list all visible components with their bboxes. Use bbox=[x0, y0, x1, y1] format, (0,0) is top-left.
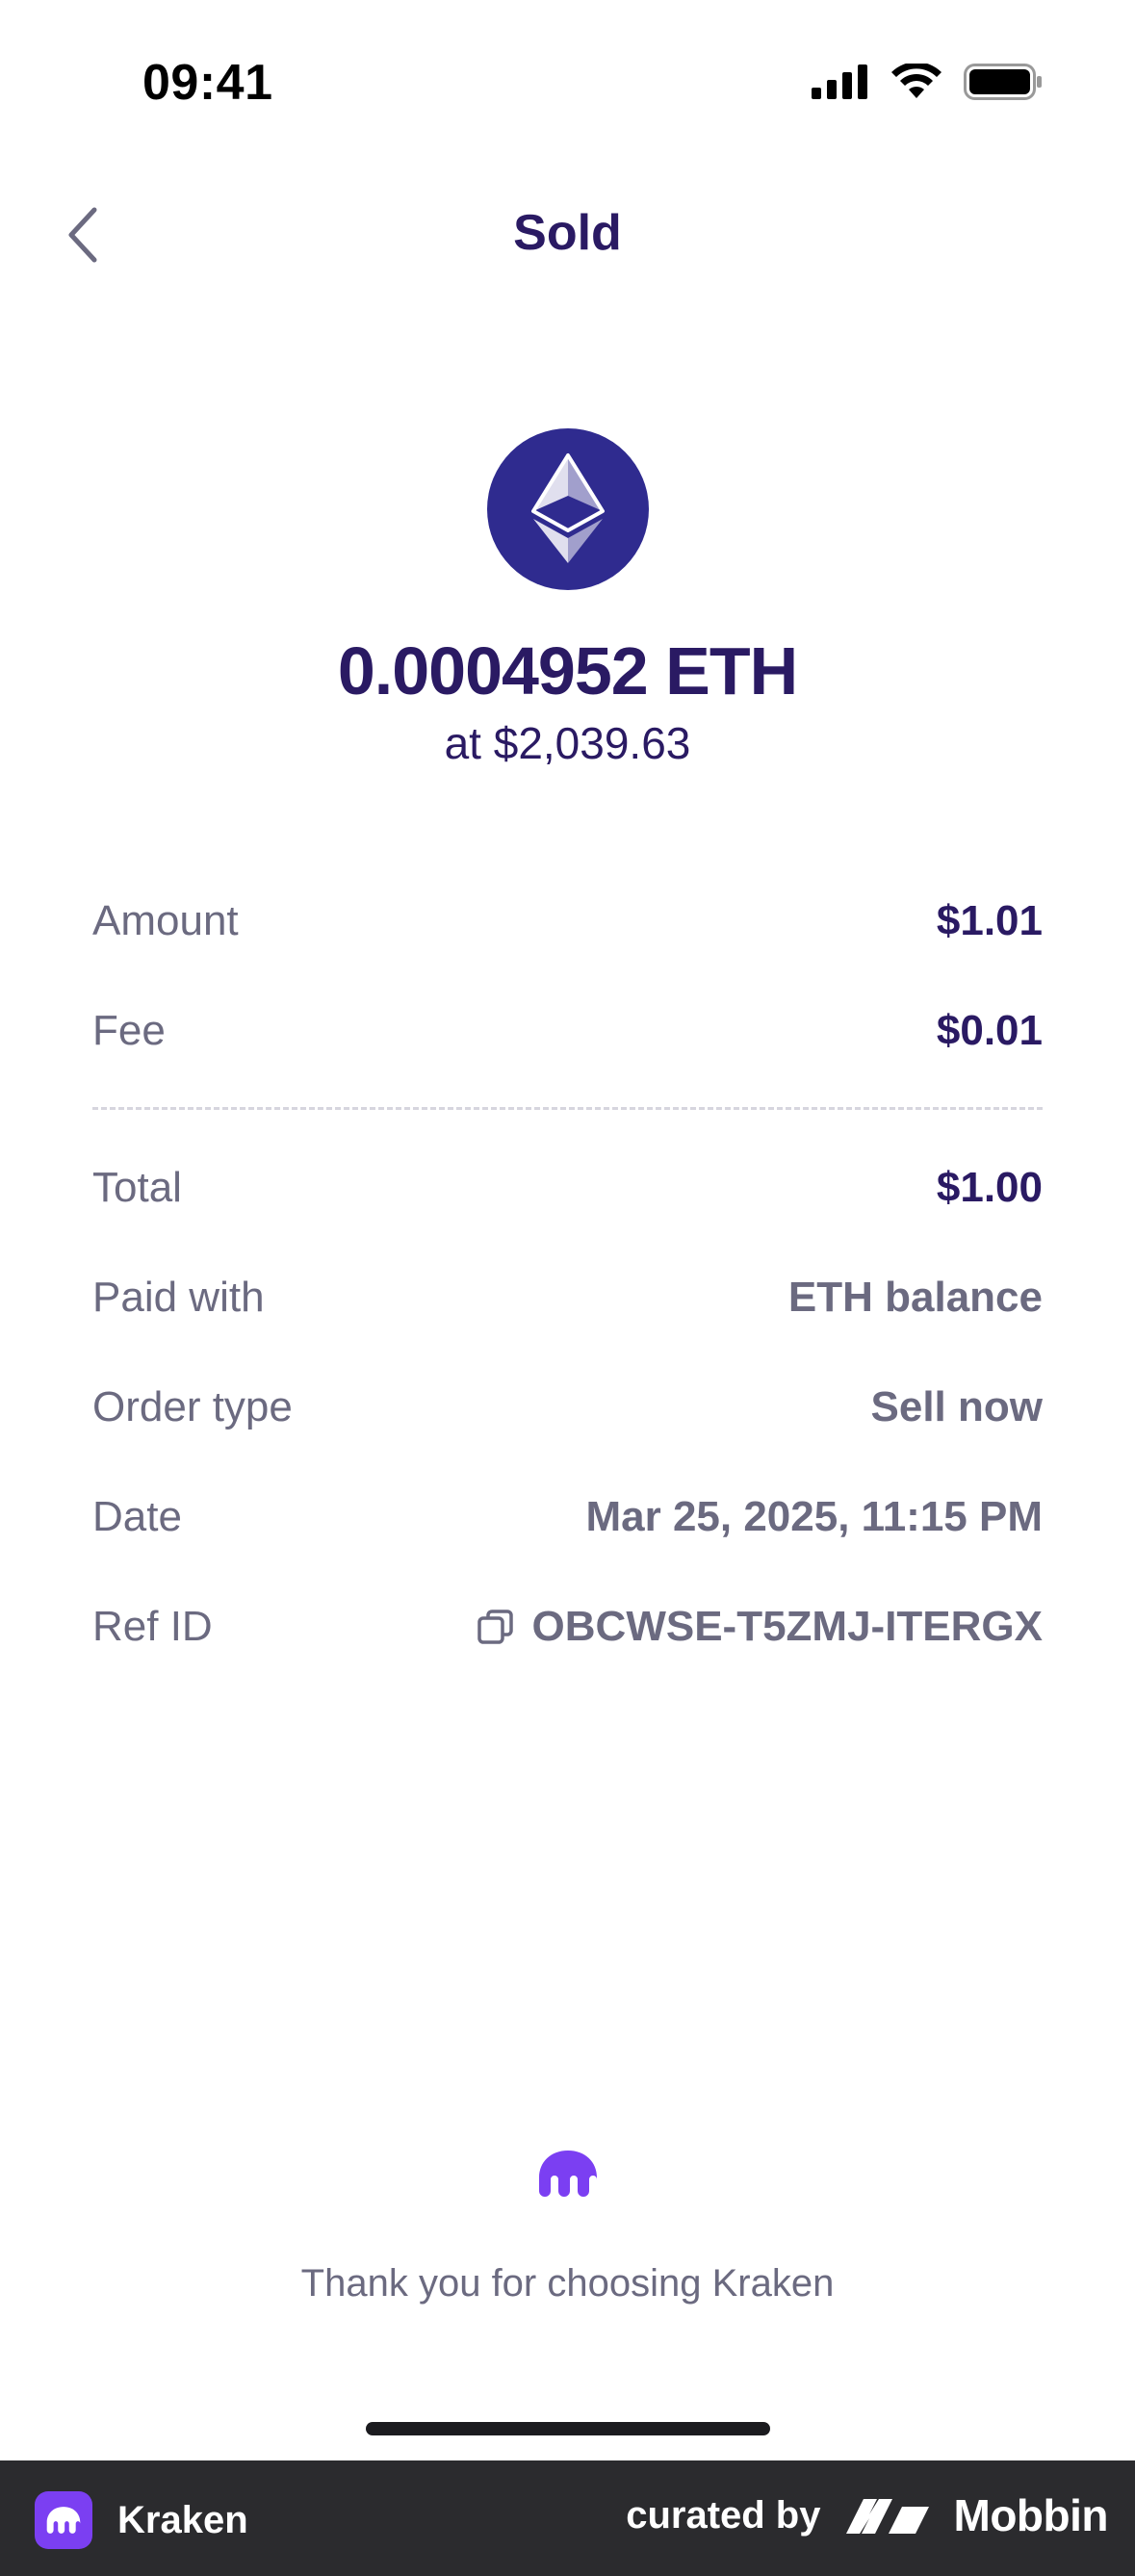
kraken-app-icon bbox=[35, 2491, 92, 2549]
detail-label: Order type bbox=[92, 1383, 293, 1430]
app-brand: Kraken bbox=[35, 2491, 248, 2549]
detail-value: Mar 25, 2025, 11:15 PM bbox=[585, 1493, 1043, 1540]
brand-bar: Kraken curated by Mobbin bbox=[0, 2460, 1135, 2576]
detail-value: Sell now bbox=[870, 1383, 1043, 1430]
dashed-divider bbox=[92, 1107, 1043, 1110]
mobbin-wordmark: Mobbin bbox=[953, 2490, 1109, 2540]
detail-value: $1.00 bbox=[936, 1164, 1043, 1211]
crypto-amount: 0.0004952 ETH bbox=[337, 633, 798, 708]
detail-label: Total bbox=[92, 1164, 182, 1211]
copy-button[interactable] bbox=[477, 1608, 515, 1646]
transaction-details: Amount $1.01 Fee $0.01 Total $1.00 Paid … bbox=[92, 866, 1043, 1682]
detail-value: ETH balance bbox=[787, 1274, 1043, 1321]
detail-row-total: Total $1.00 bbox=[92, 1133, 1043, 1243]
detail-row-fee: Fee $0.01 bbox=[92, 976, 1043, 1086]
detail-row-amount: Amount $1.01 bbox=[92, 866, 1043, 976]
transaction-hero: 0.0004952 ETH at $2,039.63 bbox=[0, 428, 1135, 769]
detail-label: Paid with bbox=[92, 1274, 265, 1321]
ref-id-text: OBCWSE-T5ZMJ-ITERGX bbox=[531, 1603, 1043, 1650]
battery-icon bbox=[964, 64, 1042, 100]
nav-bar: Sold bbox=[0, 183, 1135, 289]
detail-label: Amount bbox=[92, 897, 239, 944]
ref-id-value: OBCWSE-T5ZMJ-ITERGX bbox=[477, 1603, 1043, 1651]
cellular-signal-icon bbox=[812, 64, 867, 99]
detail-label: Date bbox=[92, 1493, 182, 1540]
ethereum-icon bbox=[486, 428, 649, 590]
app-name: Kraken bbox=[117, 2498, 248, 2541]
status-icons bbox=[812, 64, 1043, 100]
status-bar: 09:41 bbox=[0, 0, 1135, 173]
detail-row-date: Date Mar 25, 2025, 11:15 PM bbox=[92, 1462, 1043, 1572]
curated-by-mobbin: curated by Mobbin bbox=[626, 2489, 1108, 2541]
detail-row-ref-id: Ref ID OBCWSE-T5ZMJ-ITERGX bbox=[92, 1572, 1043, 1682]
page-title: Sold bbox=[513, 205, 622, 261]
detail-label: Ref ID bbox=[92, 1603, 213, 1650]
detail-value: $1.01 bbox=[936, 897, 1043, 944]
curated-by-label: curated by bbox=[626, 2493, 821, 2537]
status-time: 09:41 bbox=[142, 55, 273, 111]
detail-value: $0.01 bbox=[936, 1007, 1043, 1054]
detail-row-paid-with: Paid with ETH balance bbox=[92, 1243, 1043, 1352]
detail-row-order-type: Order type Sell now bbox=[92, 1352, 1043, 1462]
home-indicator[interactable] bbox=[366, 2422, 770, 2435]
mobbin-logo-icon bbox=[845, 2499, 929, 2534]
detail-label: Fee bbox=[92, 1007, 166, 1054]
copy-icon bbox=[477, 1610, 513, 1644]
wifi-icon bbox=[891, 64, 942, 98]
kraken-logo-icon bbox=[0, 2149, 1135, 2199]
thank-you-text: Thank you for choosing Kraken bbox=[300, 2262, 835, 2305]
execution-price: at $2,039.63 bbox=[444, 718, 691, 768]
